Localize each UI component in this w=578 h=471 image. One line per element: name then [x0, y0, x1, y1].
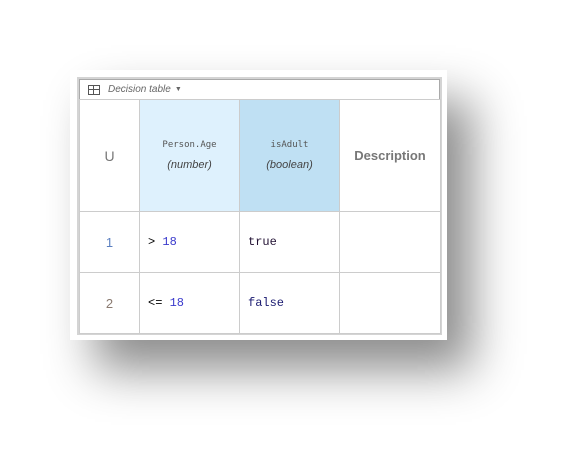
- output-name: isAdult: [270, 140, 309, 150]
- chevron-down-icon[interactable]: ▼: [175, 86, 182, 93]
- output-column-header[interactable]: isAdult (boolean): [239, 99, 340, 212]
- table-icon: [88, 84, 100, 95]
- output-type: (boolean): [266, 159, 313, 171]
- table-row: 1 > 18 true: [79, 211, 441, 273]
- row-number: 1: [79, 211, 140, 273]
- hit-policy[interactable]: U: [79, 99, 140, 212]
- table-row: 2 <= 18 false: [79, 272, 441, 334]
- output-cell[interactable]: false: [239, 272, 340, 334]
- decision-table-panel: Decision table ▼ U Person.Age (number) is…: [70, 70, 447, 340]
- output-cell[interactable]: true: [239, 211, 340, 273]
- input-column-header[interactable]: Person.Age (number): [139, 99, 240, 212]
- value: 18: [162, 235, 177, 249]
- table-header-bar[interactable]: Decision table ▼: [79, 79, 440, 99]
- value: 18: [169, 296, 185, 310]
- operator: >: [148, 235, 156, 249]
- description-header: Description: [339, 99, 441, 212]
- decision-table: Decision table ▼ U Person.Age (number) is…: [77, 77, 442, 335]
- description-cell[interactable]: [339, 272, 441, 334]
- input-type: (number): [167, 159, 212, 171]
- input-cell[interactable]: <= 18: [139, 272, 240, 334]
- table-title: Decision table: [108, 84, 171, 95]
- input-expression: Person.Age: [162, 140, 217, 150]
- row-number: 2: [79, 272, 140, 334]
- description-cell[interactable]: [339, 211, 441, 273]
- operator: <=: [148, 296, 163, 310]
- input-cell[interactable]: > 18: [139, 211, 240, 273]
